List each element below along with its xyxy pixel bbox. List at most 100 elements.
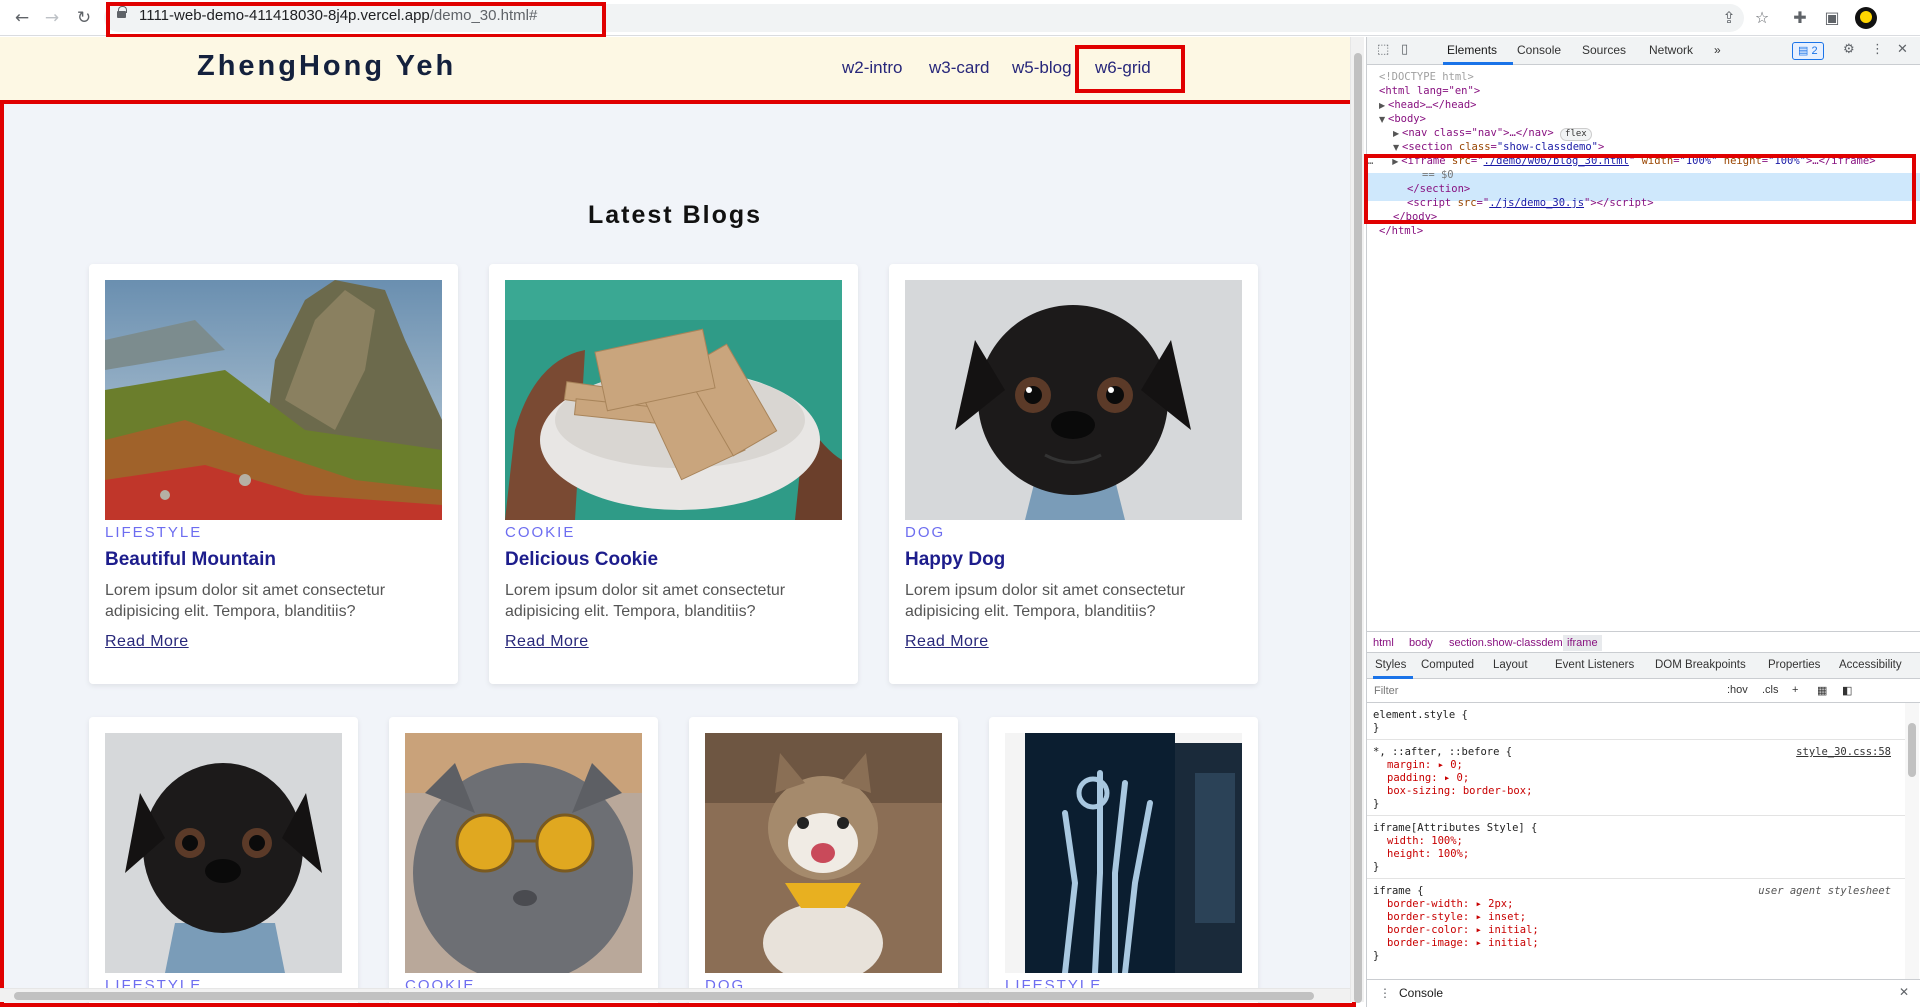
active-tab-indicator [1443,62,1513,65]
crumb-body[interactable]: body [1409,637,1433,649]
rule-close: } [1373,861,1380,873]
expand-icon[interactable]: ▶ [1393,127,1402,140]
site-nav: ZhengHong Yeh w2-intro w3-card w5-blog w… [0,37,1350,101]
tab-network[interactable]: Network [1649,43,1693,57]
issues-count: 2 [1811,45,1818,57]
issues-badge[interactable]: ▤ 2 [1792,42,1824,60]
flex-badge[interactable]: flex [1560,128,1592,141]
device-toolbar-icon[interactable]: ▯ [1401,42,1408,57]
rule-divider [1367,878,1907,879]
rule-close: } [1373,798,1380,810]
tab-accessibility[interactable]: Accessibility [1839,659,1902,671]
console-drawer-tab[interactable]: Console [1399,986,1443,1000]
extensions-icon[interactable]: ✚ [1788,6,1812,30]
tab-dom-breakpoints[interactable]: DOM Breakpoints [1655,659,1746,671]
section-tag-text: <section [1402,141,1453,153]
more-tabs-icon[interactable]: » [1714,43,1721,57]
dom-html-close[interactable]: </html> [1379,225,1423,238]
tab-styles[interactable]: Styles [1375,659,1406,671]
highlight-url-box [106,2,606,38]
forward-icon[interactable]: → [40,6,64,30]
tab-layout[interactable]: Layout [1493,659,1528,671]
scroll-thumb[interactable] [1908,723,1916,777]
rule-property[interactable]: box-sizing: border-box; [1387,785,1893,798]
highlight-iframe-code-box [1364,154,1916,224]
more-options-icon[interactable]: ⋮ [1871,42,1884,57]
nav-link-w2-intro[interactable]: w2-intro [842,58,902,78]
rule-property[interactable]: border-style: ▸ inset; [1387,911,1893,924]
tab-properties[interactable]: Properties [1768,659,1820,671]
rule-universal[interactable]: *, ::after, ::before { style_30.css:58 m… [1373,746,1893,811]
paint-icon[interactable]: ▦ [1817,684,1827,697]
hov-toggle[interactable]: :hov [1727,684,1748,696]
rule-iframe-ua[interactable]: iframe { user agent stylesheet border-wi… [1373,885,1893,963]
scroll-thumb[interactable] [1354,53,1362,1003]
dom-nav[interactable]: ▶ <nav class="nav">…</nav> flex [1393,127,1592,141]
tab-sources[interactable]: Sources [1582,43,1626,57]
rule-property[interactable]: width: 100%; [1387,835,1893,848]
rule-close: } [1373,950,1380,962]
reload-icon[interactable]: ↻ [72,6,96,30]
rule-property[interactable]: padding: ▸ 0; [1387,772,1893,785]
rule-property[interactable]: border-image: ▸ initial; [1387,937,1893,950]
crumb-html[interactable]: html [1373,637,1394,649]
section-val-text: "show-classdemo" [1496,141,1598,153]
styles-filter-bar: Filter :hov .cls + ▦ ◧ [1367,679,1920,703]
console-drawer: ⋮ Console ✕ [1367,979,1920,1007]
sidebar-toggle-icon[interactable]: ◧ [1842,684,1852,697]
styles-tabs: Styles Computed Layout Event Listeners D… [1367,653,1920,679]
highlight-iframe-box [0,100,1356,1007]
scroll-thumb[interactable] [14,992,1314,1000]
rule-selector: iframe[Attributes Style] { [1373,822,1538,834]
rule-close: } [1373,722,1380,734]
rule-property[interactable]: margin: ▸ 0; [1387,759,1893,772]
rule-property[interactable]: border-width: ▸ 2px; [1387,898,1893,911]
dom-doctype[interactable]: <!DOCTYPE html> [1379,71,1474,84]
nav-link-w3-card[interactable]: w3-card [929,58,989,78]
side-panel-icon[interactable]: ▣ [1820,6,1844,30]
star-icon[interactable]: ☆ [1750,6,1774,30]
section-attr-text: class [1458,141,1491,153]
close-icon[interactable]: ✕ [1897,42,1908,57]
styles-filter-input[interactable]: Filter [1374,685,1398,697]
dom-body-open[interactable]: ▼ <body> [1379,113,1426,126]
dom-section-open[interactable]: ▼ <section class="show-classdemo"> [1393,141,1604,154]
devtools-tabs: ⬚ ▯ Elements Console Sources Network » ▤… [1367,37,1920,65]
expand-icon[interactable]: ▶ [1379,99,1388,112]
html-open-text: <html lang="en"> [1379,85,1481,97]
tab-console[interactable]: Console [1517,43,1561,57]
inspect-icon[interactable]: ⬚ [1377,42,1389,57]
settings-icon[interactable]: ⚙ [1843,42,1855,57]
styles-scrollbar[interactable] [1905,703,1919,993]
profile-icon[interactable] [1855,7,1877,29]
tab-event-listeners[interactable]: Event Listeners [1555,659,1634,671]
dom-head[interactable]: ▶ <head>…</head> [1379,99,1477,112]
nav-link-w5-blog[interactable]: w5-blog [1012,58,1072,78]
rule-property[interactable]: border-color: ▸ initial; [1387,924,1893,937]
rule-iframe-attributes[interactable]: iframe[Attributes Style] { width: 100%; … [1373,822,1893,874]
collapse-icon[interactable]: ▼ [1393,141,1402,154]
rule-selector: element.style { [1373,709,1468,721]
drawer-menu-icon[interactable]: ⋮ [1379,986,1391,1000]
tab-computed[interactable]: Computed [1421,659,1474,671]
rule-divider [1367,815,1907,816]
new-rule-button[interactable]: + [1792,684,1798,696]
site-logo[interactable]: ZhengHong Yeh [197,50,456,83]
rule-source-link[interactable]: style_30.css:58 [1796,746,1891,759]
back-icon[interactable]: ← [10,6,34,30]
collapse-icon[interactable]: ▼ [1379,113,1388,126]
crumb-iframe[interactable]: iframe [1563,635,1602,651]
page-vertical-scrollbar[interactable] [1350,37,1364,1003]
rule-property[interactable]: height: 100%; [1387,848,1893,861]
rule-element-style[interactable]: element.style { } [1373,709,1893,735]
page-horizontal-scrollbar[interactable] [0,988,1350,1002]
share-icon[interactable]: ⇪ [1717,6,1741,30]
dom-html-open[interactable]: <html lang="en"> [1379,85,1480,98]
cls-toggle[interactable]: .cls [1762,684,1779,696]
head-text: <head>…</head> [1388,99,1477,111]
close-drawer-icon[interactable]: ✕ [1899,985,1909,999]
crumb-section[interactable]: section.show-classdemo [1449,637,1569,649]
nav-text: <nav class="nav">…</nav> [1402,127,1554,139]
rule-divider [1367,739,1907,740]
tab-elements[interactable]: Elements [1447,43,1497,57]
